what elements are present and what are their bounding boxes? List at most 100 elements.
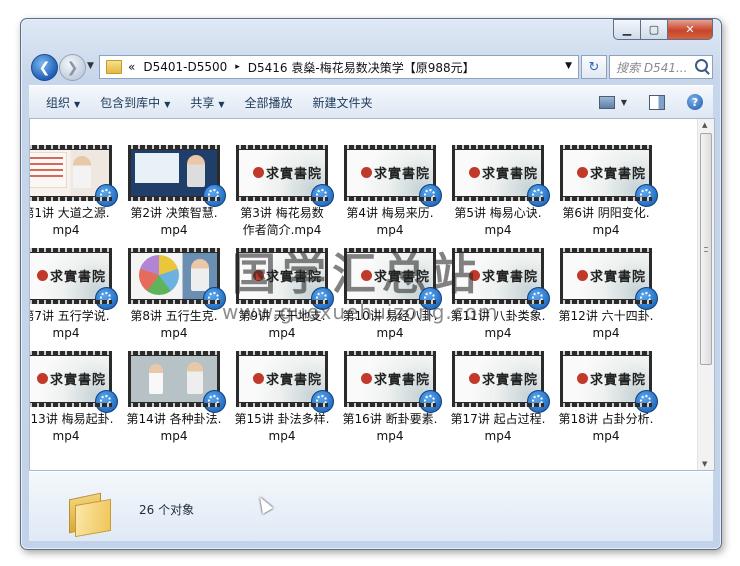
media-player-icon <box>419 390 442 413</box>
thumb-calligraphy: 求實書院 <box>482 270 539 285</box>
close-button[interactable]: ✕ <box>668 19 713 40</box>
file-item[interactable]: 第2讲 决策智慧. mp4 <box>122 145 226 239</box>
seal-icon <box>361 373 372 384</box>
file-item[interactable]: 求實書院第12讲 六十四卦. mp4 <box>554 248 658 342</box>
folder-front <box>75 498 111 538</box>
five-elements-wheel-image <box>139 255 179 295</box>
file-name: 第3讲 梅花易数 作者简介.mp4 <box>230 205 334 239</box>
vertical-scrollbar[interactable]: ▲ ▼ <box>697 119 714 470</box>
file-name-line: 第2讲 决策智慧. <box>130 206 218 220</box>
breadcrumb-current[interactable]: D5416 袁燊-梅花易数决策学【原988元】 <box>248 59 475 76</box>
media-player-icon <box>311 184 334 207</box>
file-name: 第2讲 决策智慧. mp4 <box>122 205 226 239</box>
file-item[interactable]: 求實書院 第18讲 占卦分析. mp4 <box>554 351 658 445</box>
file-name-line: 第4讲 梅易来历. <box>346 206 434 220</box>
file-item[interactable]: 求實書院 第16讲 断卦要素. mp4 <box>338 351 442 445</box>
person-image <box>187 362 203 394</box>
refresh-button[interactable]: ↻ <box>581 55 607 79</box>
file-name-line: mp4 <box>160 429 188 443</box>
file-item[interactable]: 求實書院 第4讲 梅易来历. mp4 <box>338 145 442 239</box>
forward-button[interactable]: ❯ <box>59 54 86 81</box>
video-thumbnail <box>128 145 226 207</box>
chevron-down-icon: ▼ <box>164 99 171 109</box>
file-name-line: mp4 <box>52 326 80 340</box>
breadcrumb-overflow[interactable]: « <box>128 60 135 74</box>
include-in-library-menu[interactable]: 包含到库中 ▼ <box>100 94 170 111</box>
seal-icon <box>37 270 48 281</box>
file-name-line: 第13讲 梅易起卦. <box>30 412 114 426</box>
file-item[interactable]: 求實書院 第5讲 梅易心诀. mp4 <box>446 145 550 239</box>
seal-icon <box>577 167 588 178</box>
back-button[interactable]: ❮ <box>31 54 58 81</box>
file-name-line: mp4 <box>376 429 404 443</box>
file-name-line: 作者简介.mp4 <box>242 223 322 237</box>
lecturer-image <box>191 259 209 291</box>
file-name: 第4讲 梅易来历. mp4 <box>338 205 442 239</box>
file-name-line: 第8讲 五行生克. <box>130 309 218 323</box>
watermark-url: www.guoxuehuizong.com <box>222 300 499 324</box>
minimize-button[interactable]: ▁ <box>613 19 641 40</box>
share-menu[interactable]: 共享 ▼ <box>190 94 224 111</box>
file-item[interactable]: 求實書院 第15讲 卦法多样. mp4 <box>230 351 334 445</box>
navigation-bar: ❮ ❯ ▼ « D5401-D5500 ▸ D5416 袁燊-梅花易数决策学【原… <box>29 53 713 81</box>
new-folder-button[interactable]: 新建文件夹 <box>313 94 373 111</box>
file-name-line: mp4 <box>592 326 620 340</box>
change-view-icon[interactable] <box>598 95 615 109</box>
file-item[interactable]: 求實書院 第3讲 梅花易数 作者简介.mp4 <box>230 145 334 239</box>
media-player-icon <box>527 390 550 413</box>
file-name-line: 第17讲 起占过程. <box>450 412 546 426</box>
scroll-down-icon[interactable]: ▼ <box>702 460 707 468</box>
share-label: 共享 <box>190 95 215 110</box>
seal-icon <box>37 373 48 384</box>
media-player-icon <box>95 287 118 310</box>
media-player-icon <box>419 184 442 207</box>
file-item[interactable]: 第1讲 大道之源. mp4 <box>30 145 118 239</box>
file-item[interactable]: 第8讲 五行生克. mp4 <box>122 248 226 342</box>
file-name: 第17讲 起占过程. mp4 <box>446 411 550 445</box>
file-item[interactable]: 求實書院 第7讲 五行学说. mp4 <box>30 248 118 342</box>
file-name-line: 第5讲 梅易心诀. <box>454 206 542 220</box>
thumb-calligraphy: 求實書院 <box>266 373 323 388</box>
scroll-up-icon[interactable]: ▲ <box>702 121 707 129</box>
chevron-down-icon: ▼ <box>218 99 225 109</box>
video-thumbnail: 求實書院 <box>560 351 658 413</box>
thumb-calligraphy: 求實書院 <box>590 270 647 285</box>
file-name-line: mp4 <box>592 223 620 237</box>
organize-menu[interactable]: 组织 ▼ <box>46 94 80 111</box>
breadcrumb-parent[interactable]: D5401-D5500 <box>143 60 227 74</box>
video-thumbnail: 求實書院 <box>30 351 118 413</box>
media-player-icon <box>527 287 550 310</box>
file-name-line: 第3讲 梅花易数 <box>240 206 324 220</box>
help-icon[interactable]: ? <box>687 94 703 110</box>
file-item[interactable]: 第14讲 各种卦法. mp4 <box>122 351 226 445</box>
maximize-button[interactable]: ▢ <box>641 19 668 40</box>
search-icon[interactable] <box>695 59 708 72</box>
address-bar[interactable]: « D5401-D5500 ▸ D5416 袁燊-梅花易数决策学【原988元】 … <box>99 55 579 79</box>
video-thumbnail <box>128 248 226 310</box>
address-dropdown-icon[interactable]: ▼ <box>565 61 572 71</box>
file-name-line: 第12讲 六十四卦. <box>558 309 654 323</box>
scrollbar-thumb[interactable] <box>700 133 712 365</box>
details-pane: 26 个对象 <box>29 471 713 541</box>
search-input[interactable]: 搜索 D541... <box>609 55 713 79</box>
file-name: 第18讲 占卦分析. mp4 <box>554 411 658 445</box>
file-item[interactable]: 求實書院 第6讲 阴阳变化. mp4 <box>554 145 658 239</box>
video-thumbnail <box>128 351 226 413</box>
search-placeholder: 搜索 D541... <box>616 60 688 75</box>
file-item[interactable]: 求實書院第13讲 梅易起卦. mp4 <box>30 351 118 445</box>
breadcrumb-separator-icon[interactable]: ▸ <box>235 62 240 72</box>
media-player-icon <box>203 184 226 207</box>
preview-pane-icon[interactable] <box>649 94 665 110</box>
file-name-line: 第6讲 阴阳变化. <box>562 206 650 220</box>
recent-pages-dropdown-icon[interactable]: ▼ <box>87 61 94 71</box>
views-dropdown-icon[interactable]: ▼ <box>621 98 627 107</box>
thumb-calligraphy: 求實書院 <box>50 270 107 285</box>
file-name: 第16讲 断卦要素. mp4 <box>338 411 442 445</box>
file-item[interactable]: 求實書院 第17讲 起占过程. mp4 <box>446 351 550 445</box>
file-name-line: mp4 <box>376 223 404 237</box>
folder-icon <box>106 60 122 74</box>
lecturer-image <box>187 155 205 187</box>
play-all-button[interactable]: 全部播放 <box>245 94 293 111</box>
caption-buttons: ▁ ▢ ✕ <box>613 19 713 40</box>
media-player-icon <box>95 184 118 207</box>
